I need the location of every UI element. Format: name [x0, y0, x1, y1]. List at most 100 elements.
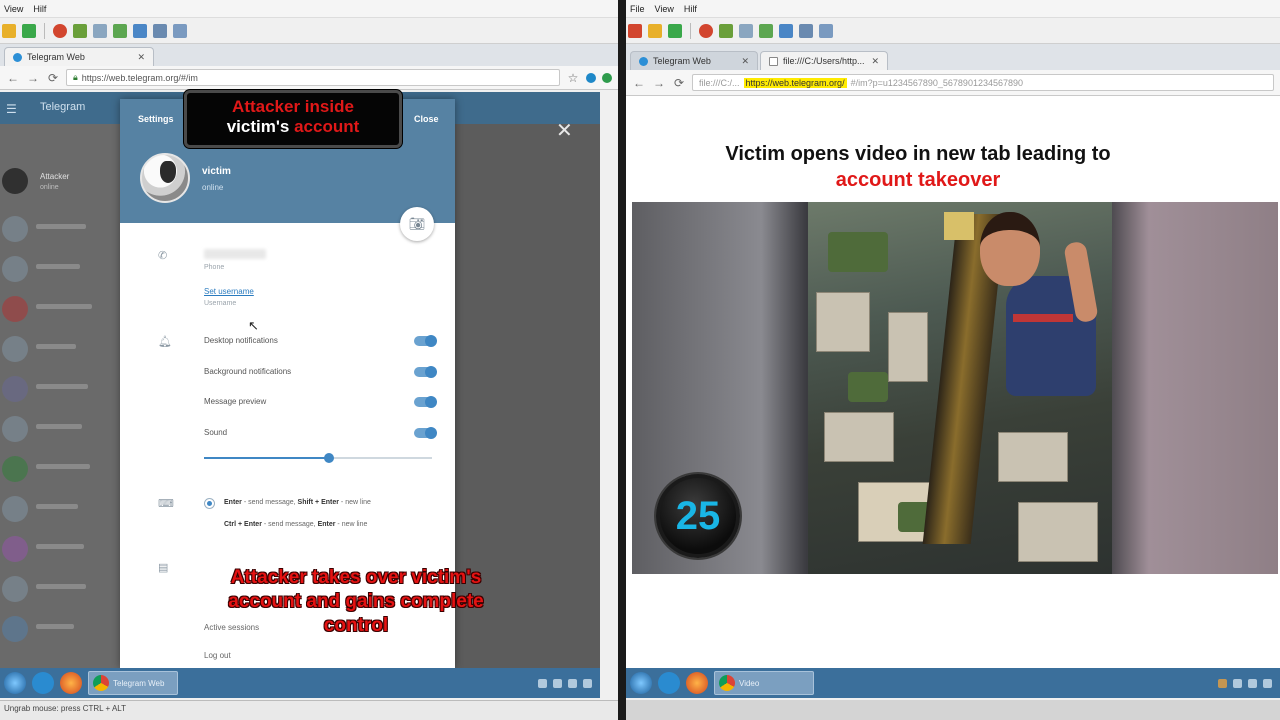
list-item[interactable] — [0, 164, 120, 198]
radio-text-part: - new line — [335, 521, 368, 528]
share-icon[interactable] — [799, 23, 813, 38]
avatar-figure — [160, 161, 176, 183]
tray-icon[interactable] — [1233, 678, 1242, 688]
option-label: Sound — [204, 428, 228, 437]
start-button-icon[interactable] — [630, 672, 652, 694]
list-item[interactable] — [0, 612, 120, 646]
power-icon[interactable] — [699, 23, 713, 38]
right-menu-file[interactable]: File — [630, 4, 645, 14]
list-item[interactable] — [0, 332, 120, 366]
radio-button[interactable] — [204, 520, 215, 531]
address-bar[interactable]: 🔒︎ https://web.telegram.org/#/im — [66, 69, 560, 86]
tab-close-icon[interactable]: ✕ — [137, 52, 145, 63]
reload-icon[interactable]: ⟳ — [46, 71, 60, 85]
camera-button[interactable]: 📷︎ — [400, 207, 434, 241]
play-icon[interactable] — [22, 23, 36, 38]
left-vm-menubar: View Hilf — [0, 0, 618, 18]
forward-icon[interactable]: → — [26, 71, 40, 85]
avatar[interactable] — [140, 153, 190, 203]
video-player[interactable]: 25 — [632, 202, 1278, 574]
tray-icon[interactable] — [583, 678, 592, 688]
firefox-icon[interactable] — [686, 672, 708, 694]
back-icon[interactable]: ← — [632, 76, 646, 90]
list-item[interactable] — [0, 252, 120, 286]
extension-icon[interactable] — [602, 72, 612, 83]
list-item[interactable] — [0, 532, 120, 566]
tab-close-icon[interactable]: ✕ — [871, 56, 879, 67]
fullscreen-icon[interactable] — [133, 23, 147, 38]
taskbar-chrome-app[interactable]: Telegram Web — [88, 671, 178, 695]
tray-icon[interactable] — [553, 678, 562, 688]
tray-icon[interactable] — [1218, 678, 1227, 688]
toggle-switch[interactable] — [414, 335, 437, 347]
settings-icon[interactable] — [113, 23, 127, 38]
start-button-icon[interactable] — [4, 672, 26, 694]
left-menu-help[interactable]: Hilf — [33, 4, 46, 14]
snapshot-icon[interactable] — [93, 23, 107, 38]
menu-icon[interactable]: ☰ — [6, 102, 17, 116]
snapshot-icon[interactable] — [739, 23, 753, 38]
right-vm-menubar: File View Hilf — [626, 0, 1280, 18]
internet-explorer-icon[interactable] — [658, 672, 680, 694]
close-icon[interactable]: ✕ — [556, 118, 573, 143]
toggle-switch[interactable] — [414, 366, 437, 378]
pause-icon[interactable] — [2, 23, 16, 38]
extension-icon[interactable] — [586, 72, 596, 83]
toggle-switch[interactable] — [414, 427, 437, 439]
tab-telegram-web[interactable]: Telegram Web ✕ — [4, 47, 154, 66]
sound-volume-slider[interactable] — [204, 453, 432, 463]
tray-icon[interactable] — [568, 678, 577, 688]
sound-toggle[interactable]: Sound — [204, 426, 437, 442]
forward-icon[interactable]: → — [652, 76, 666, 90]
list-item[interactable] — [0, 212, 120, 246]
reset-icon[interactable] — [73, 23, 87, 38]
desktop-notifications-toggle[interactable]: Desktop notifications — [204, 334, 437, 350]
set-username-link[interactable]: Set username — [204, 287, 254, 296]
power-icon[interactable] — [53, 23, 67, 38]
slider-handle[interactable] — [324, 453, 335, 463]
reset-icon[interactable] — [719, 23, 733, 38]
stop-icon[interactable] — [628, 23, 642, 38]
list-item[interactable] — [0, 412, 120, 446]
keyboard-icon: ⌨ — [158, 498, 174, 510]
taskbar-chrome-app[interactable]: Video — [714, 671, 814, 695]
back-icon[interactable]: ← — [6, 71, 20, 85]
send-option-ctrl-enter[interactable]: Ctrl + Enter - send message, Enter - new… — [204, 519, 436, 535]
share-icon[interactable] — [153, 23, 167, 38]
list-item[interactable] — [0, 372, 120, 406]
send-option-enter[interactable]: Enter - send message, Shift + Enter - ne… — [204, 497, 436, 513]
message-preview-toggle[interactable]: Message preview — [204, 395, 437, 411]
vm-status-bar: Ungrab mouse: press CTRL + ALT — [0, 700, 618, 720]
toggle-switch[interactable] — [414, 396, 437, 408]
telegram-favicon-icon — [13, 52, 22, 62]
tray-icon[interactable] — [1248, 678, 1257, 688]
network-icon[interactable] — [173, 23, 187, 38]
settings-close-button[interactable]: Close — [414, 114, 439, 124]
tab-telegram-web[interactable]: Telegram Web ✕ — [630, 51, 758, 70]
play-icon[interactable] — [668, 23, 682, 38]
internet-explorer-icon[interactable] — [32, 672, 54, 694]
list-item[interactable] — [0, 572, 120, 606]
radio-button[interactable] — [204, 498, 215, 509]
tab-video-file[interactable]: file:///C:/Users/http... ✕ — [760, 51, 888, 70]
list-item[interactable] — [0, 292, 120, 326]
background-notifications-toggle[interactable]: Background notifications — [204, 365, 437, 381]
firefox-icon[interactable] — [60, 672, 82, 694]
address-bar[interactable]: file:///C:/... https://web.telegram.org/… — [692, 74, 1274, 91]
tray-icon[interactable] — [538, 678, 547, 688]
settings-icon[interactable] — [759, 23, 773, 38]
list-item[interactable] — [0, 452, 120, 486]
bookmark-star-icon[interactable]: ☆ — [566, 71, 580, 85]
right-menu-view[interactable]: View — [655, 4, 674, 14]
option-label: Background notifications — [204, 367, 292, 376]
fullscreen-icon[interactable] — [779, 23, 793, 38]
reload-icon[interactable]: ⟳ — [672, 76, 686, 90]
log-out-link[interactable]: Log out — [204, 651, 231, 660]
list-item[interactable] — [0, 492, 120, 526]
pause-icon[interactable] — [648, 23, 662, 38]
network-icon[interactable] — [819, 23, 833, 38]
tab-close-icon[interactable]: ✕ — [741, 56, 749, 67]
right-menu-help[interactable]: Hilf — [684, 4, 697, 14]
left-menu-view[interactable]: View — [4, 4, 23, 14]
tray-icon[interactable] — [1263, 678, 1272, 688]
